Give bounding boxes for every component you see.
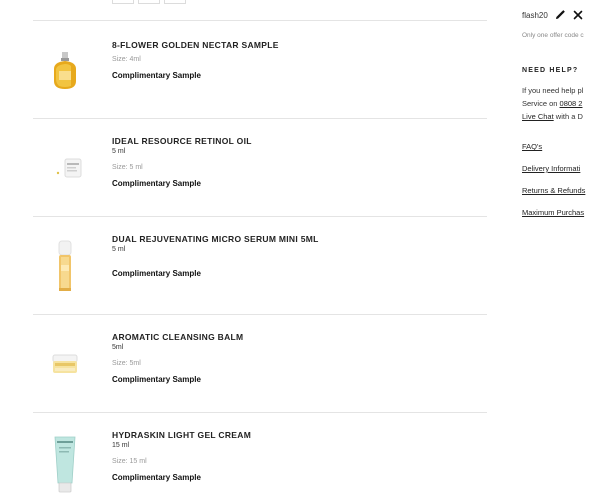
promo-note: Only one offer code c: [522, 32, 584, 39]
stub-segment: [138, 0, 160, 4]
help-text-prefix: Service on: [522, 99, 560, 108]
promo-code-text: flash20: [522, 10, 548, 20]
maximum-purchase-link[interactable]: Maximum Purchas: [522, 208, 584, 217]
complimentary-sample-label: Complimentary Sample: [112, 179, 201, 188]
product-name[interactable]: 8-FLOWER GOLDEN NECTAR SAMPLE: [112, 40, 279, 50]
delivery-information-link[interactable]: Delivery Informati: [522, 164, 580, 173]
product-image-hydraskin-gel-cream: [45, 433, 85, 493]
product-size: Size: 15 ml: [112, 458, 147, 465]
product-name[interactable]: IDEAL RESOURCE RETINOL OIL: [112, 136, 252, 146]
complimentary-sample-label: Complimentary Sample: [112, 473, 201, 482]
stub-segment: [164, 0, 186, 4]
product-volume: 5ml: [112, 344, 124, 351]
product-volume: 15 ml: [112, 442, 130, 449]
cart-item: AROMATIC CLEANSING BALM 5ml Size: 5ml Co…: [33, 315, 487, 412]
live-chat-link[interactable]: Live Chat: [522, 112, 554, 121]
applied-promo-code: flash20: [522, 9, 584, 21]
product-volume: 5 ml: [112, 246, 126, 253]
complimentary-sample-label: Complimentary Sample: [112, 71, 201, 80]
cart-item: IDEAL RESOURCE RETINOL OIL 5 ml Size: 5 …: [33, 119, 487, 216]
product-size: Size: 5ml: [112, 360, 141, 367]
quantity-controls-stub: [112, 0, 186, 4]
need-help-heading: NEED HELP?: [522, 67, 579, 74]
product-volume: 5 ml: [112, 148, 126, 155]
cart-item: 8-FLOWER GOLDEN NECTAR SAMPLE Size: 4ml …: [33, 21, 487, 118]
help-text-line: Live Chat with a D: [522, 110, 583, 123]
product-image-golden-nectar: [45, 49, 85, 109]
cart-items-panel: 8-FLOWER GOLDEN NECTAR SAMPLE Size: 4ml …: [0, 0, 500, 498]
cart-item: DUAL REJUVENATING MICRO SERUM MINI 5ML 5…: [33, 217, 487, 314]
pencil-icon[interactable]: [554, 9, 566, 21]
product-name[interactable]: HYDRASKIN LIGHT GEL CREAM: [112, 430, 251, 440]
help-text-line: Service on 0808 2: [522, 97, 582, 110]
product-name[interactable]: AROMATIC CLEANSING BALM: [112, 332, 243, 342]
help-text-suffix: with a D: [553, 112, 583, 121]
product-name[interactable]: DUAL REJUVENATING MICRO SERUM MINI 5ML: [112, 234, 319, 244]
close-icon[interactable]: [572, 9, 584, 21]
product-image-micro-serum: [45, 239, 85, 299]
returns-refunds-link[interactable]: Returns & Refunds: [522, 186, 585, 195]
product-size: Size: 4ml: [112, 56, 141, 63]
faqs-link[interactable]: FAQ's: [522, 142, 542, 151]
complimentary-sample-label: Complimentary Sample: [112, 375, 201, 384]
product-size: Size: 5 ml: [112, 164, 143, 171]
product-image-retinol-oil: [45, 153, 85, 213]
complimentary-sample-label: Complimentary Sample: [112, 269, 201, 278]
product-image-cleansing-balm: [45, 349, 85, 409]
stub-segment: [112, 0, 134, 4]
phone-link[interactable]: 0808 2: [560, 99, 583, 108]
order-summary-sidebar: flash20 Only one offer code c NEED HELP?…: [500, 0, 600, 498]
help-text-line: If you need help pl: [522, 86, 584, 95]
cart-item: HYDRASKIN LIGHT GEL CREAM 15 ml Size: 15…: [33, 413, 487, 498]
